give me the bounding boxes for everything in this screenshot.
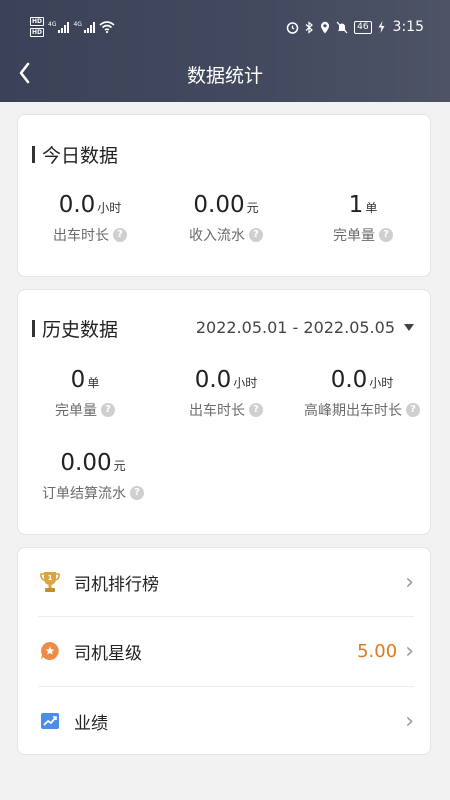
history-card: 历史数据 2022.05.01 - 2022.05.05 0单 完单量? 0.0… [17,289,431,535]
today-metric-orders: 1单 完单量? [308,192,418,245]
sim1-network-label: 4G [48,21,57,28]
hd-badge-top: HD [30,17,45,26]
metric-unit: 单 [87,376,100,390]
location-icon [321,21,330,33]
help-icon[interactable]: ? [379,228,393,242]
metric-unit: 小时 [97,201,122,215]
metric-value: 0.00 [193,192,245,218]
star-badge-icon [38,639,62,663]
metric-label: 高峰期出车时长 [304,403,402,419]
history-title: 历史数据 [42,319,119,341]
section-marker [32,320,35,337]
help-icon[interactable]: ? [249,403,263,417]
signal-icon: 4G [48,21,70,33]
metric-label: 出车时长 [53,228,109,244]
metric-label: 完单量 [333,228,375,244]
today-metric-drive-time: 0.0 小时 出车时长? [30,192,150,245]
history-metric-peak-drive-time: 0.0 小时 高峰期出车时长? [294,367,430,420]
history-metric-settlement: 0.00 元 订单结算流水? [28,450,158,503]
chevron-right-icon: › [405,569,414,595]
history-section-header: 历史数据 [32,315,118,342]
history-metric-orders: 0单 完单量? [30,367,140,420]
signal-icon-2: 4G [73,21,95,33]
help-icon[interactable]: ? [101,403,115,417]
status-bar: HD HD 4G 4G 46 3:15 [0,14,450,40]
metric-unit: 元 [246,201,259,215]
metric-label: 收入流水 [189,228,245,244]
bluetooth-icon [305,20,314,34]
metric-value: 1 [348,192,364,218]
help-icon[interactable]: ? [249,228,263,242]
menu-item-label: 司机星级 [74,643,142,664]
metric-value: 0.0 [58,192,96,218]
dropdown-triangle-icon [404,324,414,331]
history-metric-drive-time: 0.0 小时 出车时长? [171,367,281,420]
status-left: HD HD 4G 4G [30,14,115,40]
chevron-right-icon: › [405,638,414,664]
menu-item-performance[interactable]: 业绩 › [38,687,414,755]
mute-bell-icon [336,21,348,33]
status-time: 3:15 [392,19,424,35]
wifi-icon [99,21,115,33]
metric-label: 完单量 [55,403,97,419]
alarm-icon [286,21,299,34]
today-metric-income: 0.00 元 收入流水? [161,192,291,245]
trend-chart-icon [38,709,62,733]
metric-unit: 元 [113,459,126,473]
charging-icon [378,21,385,33]
sim2-network-label: 4G [73,21,82,28]
battery-icon: 46 [354,20,372,34]
menu-card: 1 司机排行榜 › 司机星级 5.00 › 业绩 › [17,547,431,755]
hd-indicator: HD HD [30,17,45,37]
section-marker [32,146,35,163]
metric-value: 0.0 [194,367,232,393]
metric-value: 0 [70,367,86,393]
page-title: 数据统计 [186,65,263,87]
svg-text:1: 1 [48,574,53,582]
date-range-selector[interactable]: 2022.05.01 - 2022.05.05 [196,318,414,337]
help-icon[interactable]: ? [130,486,144,500]
metric-unit: 小时 [369,376,394,390]
today-title: 今日数据 [42,145,119,167]
menu-item-label: 司机排行榜 [74,574,159,595]
help-icon[interactable]: ? [113,228,127,242]
chevron-right-icon: › [405,708,414,734]
today-section-header: 今日数据 [32,141,118,168]
metric-unit: 小时 [233,376,258,390]
hd-badge-bottom: HD [30,28,45,37]
header: HD HD 4G 4G 46 3:15 数据统计 [0,0,450,102]
metric-value: 0.00 [60,450,112,476]
nav-bar: 数据统计 [0,55,450,91]
help-icon[interactable]: ? [406,403,420,417]
menu-item-label: 业绩 [74,713,108,734]
metric-unit: 单 [365,201,378,215]
menu-item-driver-star-level[interactable]: 司机星级 5.00 › [38,617,414,685]
metric-value: 0.0 [330,367,368,393]
trophy-icon: 1 [38,570,62,594]
date-range-text: 2022.05.01 - 2022.05.05 [195,318,395,337]
status-right: 46 3:15 [286,14,424,40]
today-card: 今日数据 0.0 小时 出车时长? 0.00 元 收入流水? 1单 完单量? [17,114,431,277]
metric-label: 订单结算流水 [42,486,126,502]
star-rating-value: 5.00 [357,640,398,662]
menu-item-driver-ranking[interactable]: 1 司机排行榜 › [38,548,414,616]
metric-label: 出车时长 [189,403,245,419]
